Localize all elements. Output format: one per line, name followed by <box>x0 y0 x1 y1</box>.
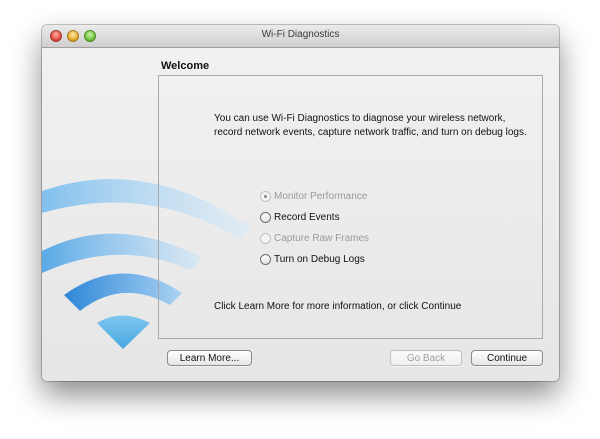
go-back-button[interactable]: Go Back <box>390 350 462 366</box>
option-capture-raw-frames[interactable]: Capture Raw Frames <box>260 233 369 244</box>
option-record-events[interactable]: Record Events <box>260 212 340 223</box>
continue-button[interactable]: Continue <box>471 350 543 366</box>
title-bar: Wi-Fi Diagnostics <box>42 25 559 48</box>
intro-text: You can use Wi-Fi Diagnostics to diagnos… <box>214 113 527 138</box>
instruction-text: Click Learn More for more information, o… <box>214 301 462 312</box>
option-label: Turn on Debug Logs <box>274 254 365 265</box>
option-turn-on-debug-logs[interactable]: Turn on Debug Logs <box>260 254 365 265</box>
option-label: Monitor Performance <box>274 191 368 202</box>
option-label: Capture Raw Frames <box>274 233 370 244</box>
option-monitor-performance[interactable]: Monitor Performance <box>260 191 367 202</box>
radio-turn-on-debug-logs[interactable] <box>260 254 271 265</box>
radio-monitor-performance[interactable] <box>260 191 271 202</box>
option-label: Record Events <box>274 212 340 223</box>
section-title: Welcome <box>161 60 210 72</box>
radio-capture-raw-frames[interactable] <box>260 233 271 244</box>
wifi-diagnostics-window: Wi-Fi Diagnostics Welcome You can use Wi… <box>42 25 559 381</box>
radio-record-events[interactable] <box>260 212 271 223</box>
window-content: Welcome You can use Wi-Fi Diagnostics to… <box>42 48 559 381</box>
learn-more-button[interactable]: Learn More... <box>167 350 252 366</box>
window-title: Wi-Fi Diagnostics <box>261 29 340 40</box>
